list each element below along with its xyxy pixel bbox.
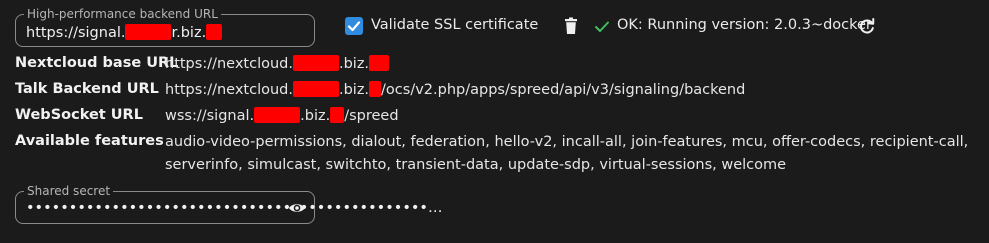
shared-secret-value[interactable]: ••••••••••••••••••••••••••••••••••••••••… [26,200,442,216]
talk-url-prefix: https://nextcloud. [165,82,293,98]
nextcloud-url-value: https://nextcloud. .biz. [165,55,390,72]
check-icon [594,19,610,38]
redacted-block [369,55,390,71]
nextcloud-url-suffix: .biz. [338,56,370,72]
talk-backend-key: Talk Backend URL [15,81,159,97]
talk-backend-value: https://nextcloud. .biz. /ocs/v2.php/apps/… [165,81,745,98]
shared-secret-field[interactable]: Shared secret ••••••••••••••••••••••••••… [15,184,442,224]
backend-url-legend: High-performance backend URL [24,7,221,21]
validate-ssl-label[interactable]: Validate SSL certificate [371,17,538,33]
backend-url-prefix: https://signal. [26,25,126,41]
server-status-text: OK: Running version: 2.0.3~docker [617,17,872,33]
talk-url-suffix: /ocs/v2.php/apps/spreed/api/v3/signaling… [381,82,746,98]
redacted-block [369,81,382,97]
eye-icon[interactable] [288,200,306,220]
talk-url-mid: .biz. [338,82,370,98]
checkmark-icon [347,21,361,32]
signaling-server-settings: High-performance backend URL https://sig… [0,0,989,243]
validate-ssl-checkbox[interactable] [345,17,363,35]
backend-url-mid: r.biz. [171,25,207,41]
websocket-url-value: wss://signal. .biz. /spreed [165,107,399,124]
features-key: Available features [15,133,164,149]
redacted-block [330,107,345,123]
ws-url-suffix: /spreed [344,108,399,124]
redacted-block [254,107,301,123]
redacted-block [292,81,339,97]
redacted-block [125,24,172,40]
redacted-block [206,24,223,40]
shared-secret-legend: Shared secret [24,184,114,198]
backend-url-value[interactable]: https://signal. r.biz. [26,24,223,41]
ws-url-prefix: wss://signal. [165,108,255,124]
refresh-icon[interactable] [858,17,876,39]
backend-url-field[interactable]: High-performance backend URL https://sig… [15,7,315,47]
nextcloud-url-key: Nextcloud base URL [15,55,179,71]
websocket-url-key: WebSocket URL [15,107,143,123]
ws-url-mid: .biz. [300,108,331,124]
nextcloud-url-prefix: https://nextcloud. [165,56,293,72]
redacted-block [292,55,339,71]
trash-icon[interactable] [562,17,580,39]
features-value: audio-video-permissions, dialout, federa… [165,134,969,173]
